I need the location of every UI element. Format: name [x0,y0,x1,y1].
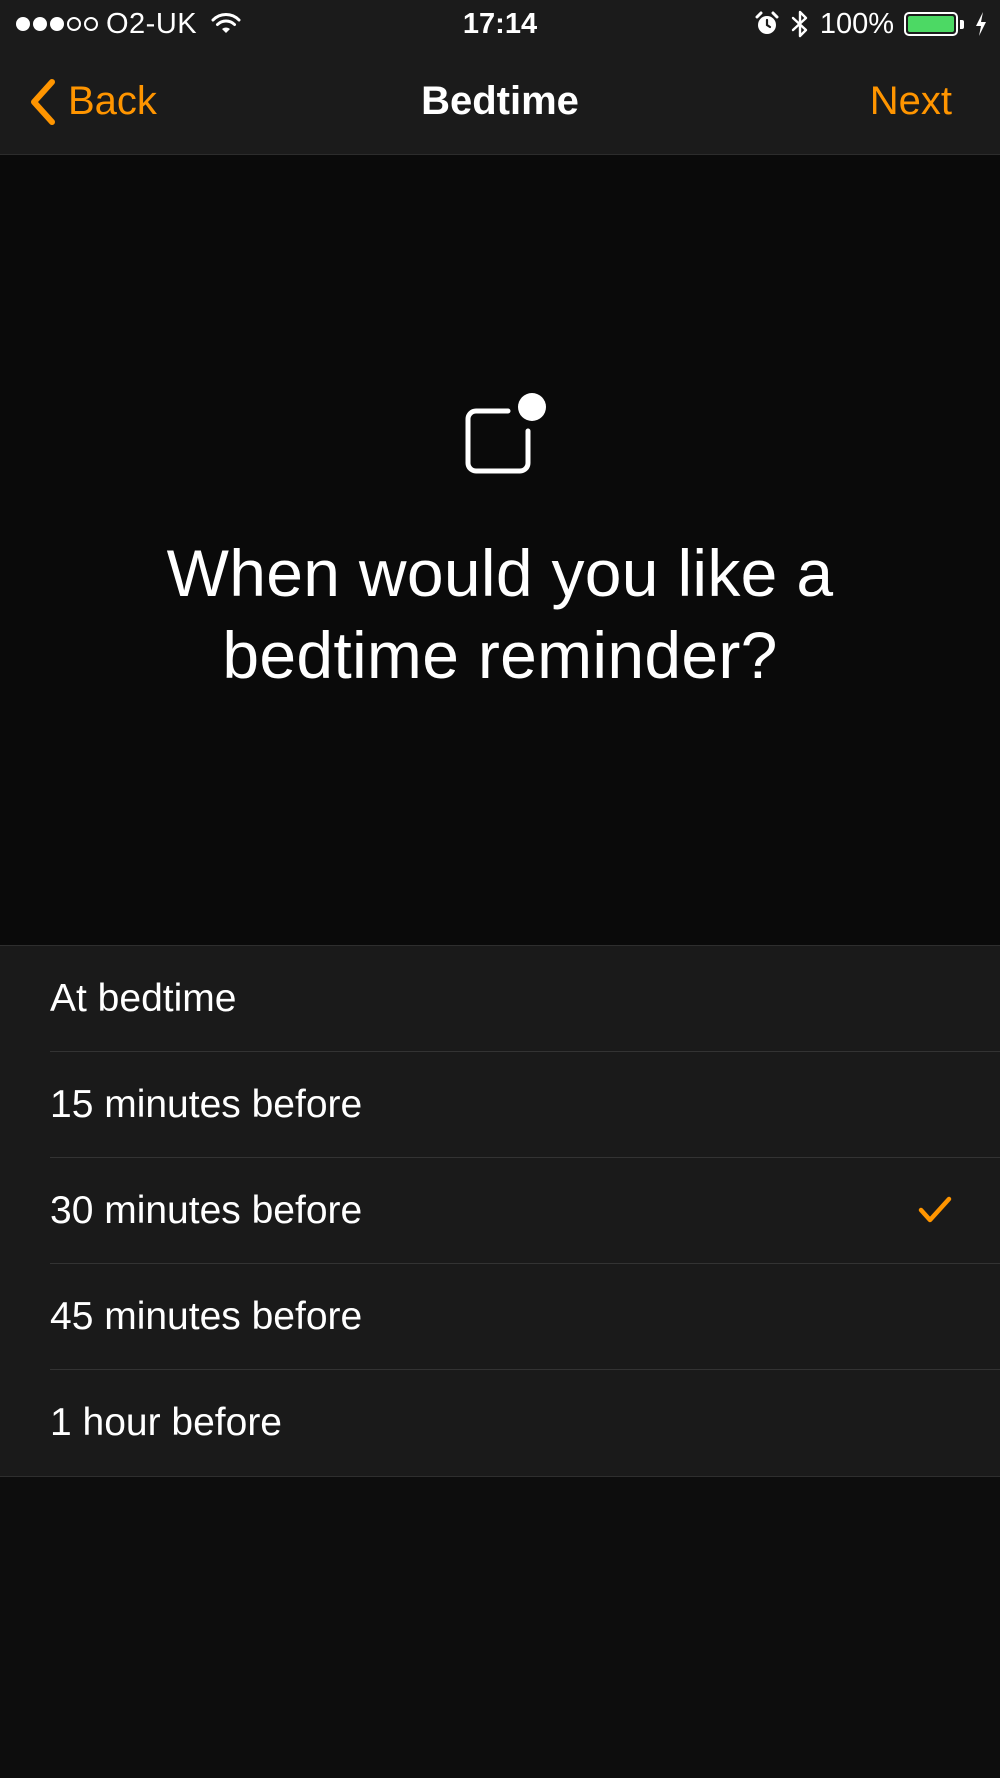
option-30-minutes-before[interactable]: 30 minutes before [0,1158,1000,1264]
status-right: 100% [754,6,988,42]
navigation-bar: Back Bedtime Next [0,48,1000,155]
battery-icon [904,12,964,36]
empty-footer-area [0,1477,1000,1778]
reminder-question: When would you like a bedtime reminder? [100,532,900,696]
option-label: 15 minutes before [50,1083,363,1126]
page-title: Bedtime [421,79,579,123]
question-line-1: When would you like a [166,536,834,610]
next-button[interactable]: Next [870,48,952,155]
status-bar: O2-UK 17:14 100% [0,0,1000,48]
option-label: 1 hour before [50,1401,283,1444]
battery-fill [908,16,954,32]
reminder-options-list: At bedtime 15 minutes before 30 minutes … [0,945,1000,1477]
screen: O2-UK 17:14 100% Back Bedtime Next When … [0,0,1000,1778]
battery-body [904,12,958,36]
charging-bolt-icon [976,12,986,36]
notification-badge-icon [465,393,546,474]
battery-percent: 100% [819,7,894,40]
option-1-hour-before[interactable]: 1 hour before [0,1370,1000,1476]
hero-section: When would you like a bedtime reminder? [0,155,1000,945]
option-15-minutes-before[interactable]: 15 minutes before [0,1052,1000,1158]
option-at-bedtime[interactable]: At bedtime [0,946,1000,1052]
checkmark-icon [918,1196,952,1223]
option-label: 45 minutes before [50,1295,363,1338]
option-45-minutes-before[interactable]: 45 minutes before [0,1264,1000,1370]
alarm-clock-icon [755,11,779,34]
battery-cap [960,19,964,29]
bluetooth-icon [791,10,808,38]
option-label: 30 minutes before [50,1189,363,1232]
question-line-2: bedtime reminder? [222,618,778,692]
option-label: At bedtime [50,977,237,1020]
